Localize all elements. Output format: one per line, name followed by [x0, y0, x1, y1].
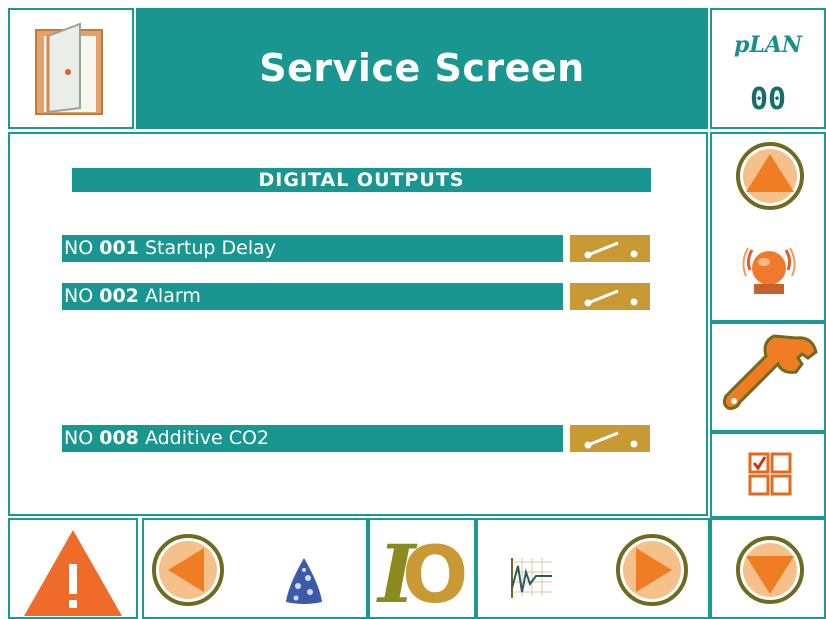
relay-status-001 [570, 235, 650, 262]
arrow-down-icon [736, 536, 804, 604]
warning-icon [24, 530, 122, 616]
service-screen: Service Screen pLAN 00 DIGITAL OUTPUTS N… [0, 0, 826, 619]
output-label: Startup Delay [144, 237, 276, 259]
output-row-008: NO 008 Additive CO2 [62, 425, 563, 452]
io-button[interactable]: I O [368, 518, 476, 619]
arrow-right-icon [616, 534, 688, 606]
alarm-bell-icon [742, 247, 796, 294]
service-button[interactable] [710, 322, 826, 432]
bottom-nav-right [476, 518, 710, 619]
output-code: 008 [99, 427, 139, 449]
output-code: 002 [99, 285, 139, 307]
right-panel-top [710, 132, 826, 322]
relay-open-icon [584, 431, 638, 449]
arrow-up-icon [736, 142, 804, 210]
graph-icon [511, 558, 552, 598]
bottom-nav-left [142, 518, 368, 619]
section-title: DIGITAL OUTPUTS [72, 168, 651, 192]
output-row-002: NO 002 Alarm [62, 283, 563, 310]
io-icon: I O [376, 530, 468, 610]
wrench-icon [722, 334, 818, 410]
relay-status-002 [570, 283, 650, 310]
arrow-left-icon [152, 534, 224, 606]
alarm-warning-button[interactable] [8, 518, 138, 619]
next-button[interactable] [614, 532, 690, 608]
grid-menu-icon [748, 452, 792, 496]
exit-button[interactable] [8, 8, 134, 129]
output-label: Alarm [144, 285, 201, 307]
output-row-001: NO 001 Startup Delay [62, 235, 563, 262]
output-prefix: NO [64, 285, 94, 307]
plan-label: pLAN [733, 32, 803, 58]
svg-text:O: O [402, 531, 468, 610]
door-exit-icon [35, 22, 103, 115]
relay-open-icon [584, 289, 638, 307]
output-prefix: NO [64, 237, 94, 259]
relay-open-icon [584, 241, 638, 259]
output-code: 001 [99, 237, 139, 259]
graph-button[interactable] [506, 554, 556, 600]
plan-address: 00 [749, 82, 787, 117]
output-label: Additive CO2 [144, 427, 270, 449]
relay-status-008 [570, 425, 650, 452]
up-button[interactable] [734, 140, 806, 212]
plan-indicator: pLAN 00 [710, 8, 826, 129]
alarm-button[interactable] [740, 240, 798, 302]
triangle-dots-icon [286, 558, 322, 604]
fingerprint-button[interactable] [284, 556, 324, 606]
page-title: Service Screen [259, 46, 585, 90]
prev-button[interactable] [150, 532, 226, 608]
title-bar: Service Screen [136, 8, 708, 129]
down-button[interactable] [710, 518, 826, 619]
menu-button[interactable] [710, 432, 826, 518]
output-prefix: NO [64, 427, 94, 449]
